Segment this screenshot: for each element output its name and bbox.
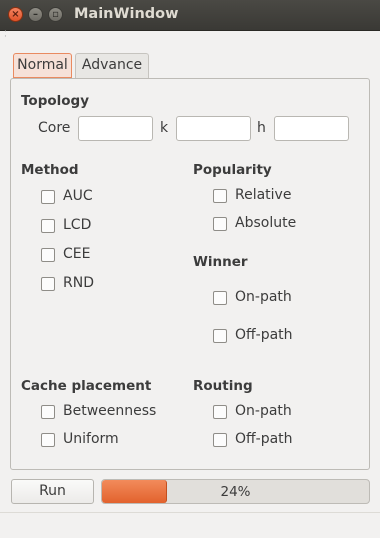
method-heading: Method bbox=[21, 162, 79, 178]
checkbox-box[interactable] bbox=[213, 291, 227, 305]
run-button[interactable]: Run bbox=[11, 479, 94, 504]
drag-handle-icon[interactable]: · · bbox=[4, 28, 7, 42]
checkbox-label: On-path bbox=[235, 403, 292, 419]
k-input[interactable] bbox=[176, 116, 251, 141]
popularity-heading: Popularity bbox=[193, 162, 272, 178]
window-title: MainWindow bbox=[74, 6, 179, 22]
routing-heading: Routing bbox=[193, 378, 253, 394]
tab-normal[interactable]: Normal bbox=[13, 53, 72, 78]
checkbox-label: Off-path bbox=[235, 327, 293, 343]
core-input[interactable] bbox=[78, 116, 153, 141]
checkbox-label: Betweenness bbox=[63, 403, 157, 419]
close-icon[interactable]: × bbox=[8, 7, 23, 22]
checkbox-box[interactable] bbox=[41, 248, 55, 262]
checkbox-label: AUC bbox=[63, 188, 93, 204]
h-label: h bbox=[257, 120, 266, 136]
checkbox-box[interactable] bbox=[41, 277, 55, 291]
checkbox-label: CEE bbox=[63, 246, 91, 262]
checkbox-label: On-path bbox=[235, 289, 292, 305]
checkbox-label: Uniform bbox=[63, 431, 119, 447]
checkbox-label: LCD bbox=[63, 217, 92, 233]
progress-text: 24% bbox=[220, 484, 251, 500]
checkbox-box[interactable] bbox=[41, 219, 55, 233]
checkbox-label: RND bbox=[63, 275, 94, 291]
topology-heading: Topology bbox=[21, 93, 89, 109]
checkbox-box[interactable] bbox=[41, 190, 55, 204]
checkbox-box[interactable] bbox=[213, 405, 227, 419]
core-label: Core bbox=[38, 120, 71, 136]
checkbox-box[interactable] bbox=[41, 405, 55, 419]
checkbox-box[interactable] bbox=[213, 433, 227, 447]
checkbox-box[interactable] bbox=[213, 217, 227, 231]
minimize-icon[interactable]: – bbox=[28, 7, 43, 22]
winner-heading: Winner bbox=[193, 254, 248, 270]
checkbox-label: Off-path bbox=[235, 431, 293, 447]
checkbox-box[interactable] bbox=[213, 189, 227, 203]
tab-advance[interactable]: Advance bbox=[75, 53, 149, 78]
k-label: k bbox=[160, 120, 169, 136]
checkbox-label: Relative bbox=[235, 187, 292, 203]
status-bar bbox=[0, 512, 380, 538]
checkbox-box[interactable] bbox=[41, 433, 55, 447]
progress-bar: 24% bbox=[101, 479, 370, 504]
maximize-icon[interactable]: ▫ bbox=[48, 7, 63, 22]
h-input[interactable] bbox=[274, 116, 349, 141]
title-bar: × – ▫ MainWindow bbox=[0, 0, 380, 31]
cache-placement-heading: Cache placement bbox=[21, 378, 152, 394]
checkbox-label: Absolute bbox=[235, 215, 297, 231]
checkbox-box[interactable] bbox=[213, 329, 227, 343]
